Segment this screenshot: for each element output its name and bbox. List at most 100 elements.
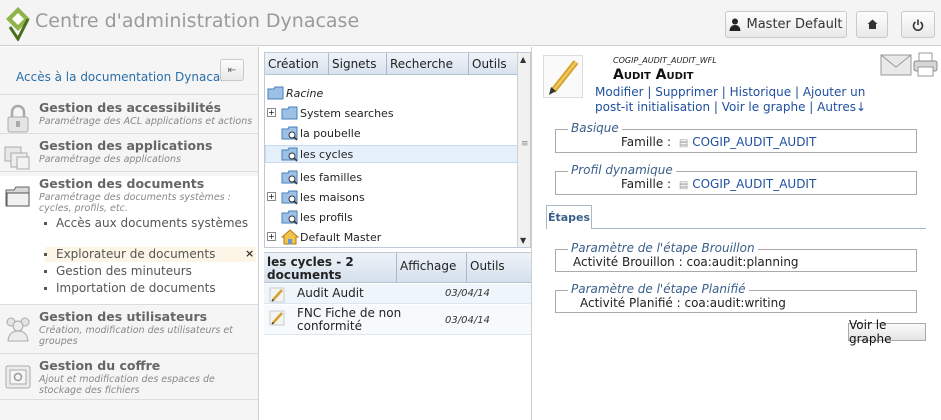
vault-icon — [5, 365, 31, 389]
section-subtitle: Ajout et modification des espaces de sto… — [39, 374, 215, 396]
section-subtitle: Paramétrage des applications — [39, 154, 181, 165]
users-icon — [6, 317, 30, 342]
explorer-menubar: Création Signets Recherche Outils — [265, 53, 518, 75]
logout-button[interactable] — [901, 11, 935, 38]
fieldset-basic: Basique Famille : ▤ COGIP_AUDIT_AUDIT — [555, 121, 917, 153]
search-folder-icon — [281, 126, 298, 141]
tree-node-profiles[interactable]: les profils — [281, 208, 353, 226]
doc-item-import[interactable]: Importation de documents — [44, 281, 216, 296]
list-display-menu[interactable]: Affichage — [397, 253, 467, 283]
section-vault[interactable]: Gestion du coffre Ajout et modification … — [0, 358, 258, 404]
app-title: Centre d'administration Dynacase — [35, 10, 360, 32]
list-item[interactable]: FNC Fiche de non conformité 03/04/14 — [264, 305, 531, 335]
initialisation-link[interactable]: initialisation — [637, 100, 710, 114]
admin-sidebar: Accès à la documentation Dynacase ⇤ Gest… — [0, 47, 259, 420]
field-family: Famille : ▤ COGIP_AUDIT_AUDIT — [621, 135, 816, 149]
section-accessibilites[interactable]: Gestion des accessibilités Paramétrage d… — [0, 100, 258, 136]
tree-node-trash[interactable]: la poubelle — [281, 124, 361, 142]
tree-node-label: Racine — [286, 86, 324, 100]
power-icon — [912, 19, 924, 31]
fieldset-dynamic-profile: Profil dynamique Famille : ▤ COGIP_AUDIT… — [555, 163, 917, 195]
tree-node-cycles[interactable]: les cycles — [265, 145, 518, 163]
scroll-up-icon[interactable]: ▲ — [520, 55, 526, 64]
document-actions-menu: Modifier | Supprimer | Historique | Ajou… — [595, 85, 867, 114]
family-link[interactable]: COGIP_AUDIT_AUDIT — [692, 135, 816, 149]
fieldset-legend: Paramètre de l'étape Brouillon — [568, 241, 758, 255]
expand-icon[interactable]: + — [267, 192, 276, 201]
search-folder-icon — [281, 147, 298, 162]
family-link[interactable]: COGIP_AUDIT_AUDIT — [692, 177, 816, 191]
doc-item-label: Gestion des minuteurs — [56, 264, 192, 278]
section-title: Gestion du coffre — [39, 358, 161, 373]
tree-node-default-master[interactable]: + Default Master — [267, 228, 381, 246]
expand-icon[interactable]: + — [267, 232, 276, 241]
tree-node-label: les familles — [300, 170, 363, 184]
pencil-icon — [269, 310, 285, 326]
fieldset-step-planifie: Paramètre de l'étape Planifié Activité P… — [555, 282, 917, 313]
tree-node-label: System searches — [300, 106, 394, 120]
list-item-date: 03/04/14 — [445, 315, 490, 326]
field-activity: Activité Brouillon : coa:audit:planning — [573, 255, 799, 269]
user-menu-button[interactable]: Master Default — [725, 11, 847, 38]
section-users[interactable]: Gestion des utilisateurs Création, modif… — [0, 309, 258, 355]
fieldset-legend: Profil dynamique — [568, 163, 676, 177]
tree-node-system-searches[interactable]: + System searches — [267, 104, 394, 122]
collapse-sidebar-button[interactable]: ⇤ — [220, 59, 244, 81]
doc-item-explorer[interactable]: Explorateur de documents — [44, 247, 256, 262]
close-icon[interactable]: × — [245, 247, 254, 260]
lock-icon — [7, 104, 29, 133]
menu-creation[interactable]: Création — [265, 53, 329, 75]
divider — [0, 94, 258, 95]
fieldset-step-brouillon: Paramètre de l'étape Brouillon Activité … — [555, 241, 917, 272]
tree-node-label: la poubelle — [300, 126, 361, 140]
documentation-link[interactable]: Accès à la documentation Dynacase — [16, 70, 234, 84]
folder-icon — [267, 86, 284, 100]
divider — [0, 304, 258, 305]
mail-icon[interactable] — [880, 54, 912, 76]
delete-link[interactable]: Supprimer — [655, 85, 718, 99]
view-graph-link[interactable]: Voir le graphe — [722, 100, 806, 114]
pencil-icon — [549, 60, 579, 95]
field-label: Famille : — [621, 135, 672, 149]
doc-item-timers[interactable]: Gestion des minuteurs — [44, 264, 192, 279]
view-graph-button[interactable]: Voir le graphe — [848, 318, 926, 346]
more-actions-link[interactable]: Autres↓ — [817, 100, 866, 114]
tree-node-families[interactable]: les familles — [281, 168, 362, 186]
section-applications[interactable]: Gestion des applications Paramétrage des… — [0, 138, 258, 174]
fieldset-legend: Paramètre de l'étape Planifié — [568, 282, 749, 296]
document-family-code: COGIP_AUDIT_AUDIT_WFL — [613, 56, 717, 65]
tree-scrollbar[interactable]: ▲ ≡ ▼ — [517, 53, 530, 247]
history-link[interactable]: Historique — [730, 85, 792, 99]
divider — [0, 399, 258, 400]
list-item[interactable]: Audit Audit 03/04/14 — [264, 284, 531, 304]
search-folder-icon — [281, 190, 298, 205]
folder-tree: Création Signets Recherche Outils Racine… — [264, 52, 531, 248]
fieldset-legend: Basique — [568, 121, 622, 135]
menu-search[interactable]: Recherche — [387, 53, 469, 75]
field-label: Activité Planifié : — [580, 296, 681, 310]
list-item-title: FNC Fiche de non conformité — [297, 306, 402, 333]
scroll-grip-icon[interactable]: ≡ — [521, 139, 529, 149]
tree-node-root[interactable]: Racine — [267, 84, 323, 102]
collapse-left-icon: ⇤ — [227, 64, 237, 76]
menu-bookmarks[interactable]: Signets — [329, 53, 387, 75]
list-tools-menu[interactable]: Outils — [467, 253, 531, 283]
tree-node-label: les cycles — [300, 147, 354, 161]
print-icon[interactable] — [913, 52, 938, 77]
tree-node-label: Default Master — [300, 230, 382, 244]
scroll-down-icon[interactable]: ▼ — [520, 236, 526, 245]
tab-etapes[interactable]: Étapes — [546, 205, 592, 229]
expand-icon[interactable]: + — [267, 108, 276, 117]
modify-link[interactable]: Modifier — [595, 85, 644, 99]
list-item-title: Audit Audit — [297, 286, 364, 300]
doc-item-label: Accès aux documents systèmes — [56, 216, 249, 230]
search-folder-icon — [281, 210, 298, 225]
search-folder-icon — [281, 170, 298, 185]
tree-node-houses[interactable]: + les maisons — [267, 188, 365, 206]
menu-tools[interactable]: Outils — [469, 53, 518, 75]
doc-item-system-docs[interactable]: Accès aux documents systèmes — [43, 216, 249, 231]
field-family: Famille : ▤ COGIP_AUDIT_AUDIT — [621, 177, 816, 191]
document-list: les cycles - 2 documents Affichage Outil… — [264, 252, 531, 420]
home-button[interactable] — [856, 11, 888, 38]
tree-node-label: les profils — [300, 210, 353, 224]
